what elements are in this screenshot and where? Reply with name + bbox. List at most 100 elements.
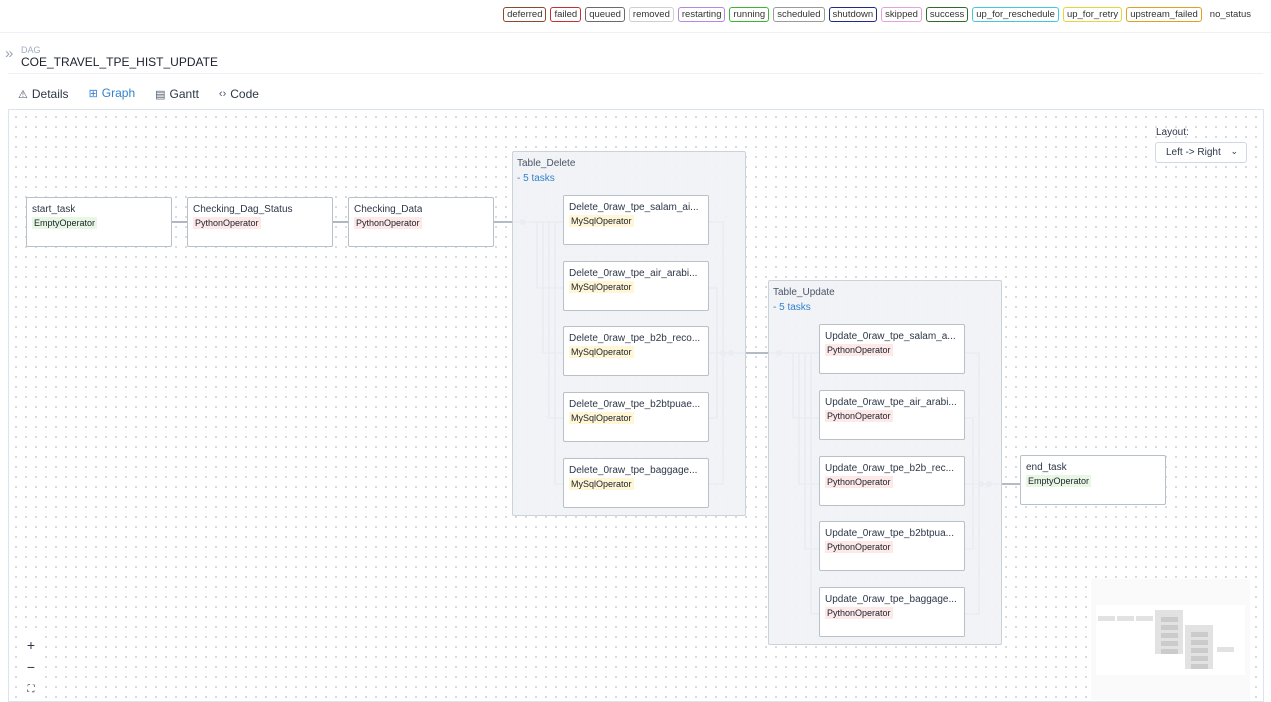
operator-label: MySqlOperator [569, 346, 634, 358]
task-id: Delete_0raw_tpe_baggage... [569, 465, 698, 476]
operator-label: MySqlOperator [569, 478, 634, 490]
task-node-start[interactable]: start_task EmptyOperator [26, 197, 172, 247]
task-node-delete[interactable]: Delete_0raw_tpe_b2b_reco... MySqlOperato… [563, 326, 709, 376]
legend-deferred: deferred [503, 7, 547, 22]
legend-failed: failed [550, 7, 582, 22]
tab-gantt[interactable]: ▤ Gantt [145, 79, 209, 111]
task-node-delete[interactable]: Delete_0raw_tpe_air_arabi... MySqlOperat… [563, 261, 709, 311]
operator-label: MySqlOperator [569, 281, 634, 293]
operator-label: PythonOperator [825, 410, 893, 422]
group-name: Table_Update [773, 287, 835, 298]
minimap-node [1191, 656, 1208, 661]
task-id: Checking_Dag_Status [193, 204, 293, 215]
dag-label: DAG [21, 45, 41, 55]
graph-canvas[interactable]: Table_Delete - 5 tasks Table_Update - 5 … [8, 109, 1264, 702]
legend-up-for-reschedule: up_for_reschedule [972, 7, 1059, 22]
operator-label: PythonOperator [825, 476, 893, 488]
title-divider [8, 73, 1263, 74]
task-id: Delete_0raw_tpe_b2b_reco... [569, 333, 701, 344]
minimap-node [1117, 616, 1134, 621]
task-id: Delete_0raw_tpe_air_arabi... [569, 268, 698, 279]
task-node-update[interactable]: Update_0raw_tpe_b2btpua... PythonOperato… [819, 521, 965, 571]
minimap-node [1161, 641, 1178, 646]
operator-label: PythonOperator [193, 217, 261, 229]
minimap-node [1191, 664, 1208, 669]
minimap-node [1191, 632, 1208, 637]
operator-label: PythonOperator [825, 541, 893, 553]
task-id: end_task [1026, 462, 1067, 473]
zoom-controls: + − ⛶ [18, 634, 44, 700]
minimap[interactable] [1091, 579, 1250, 700]
tab-gantt-label: Gantt [169, 87, 199, 101]
operator-label: MySqlOperator [569, 412, 634, 424]
task-id: Delete_0raw_tpe_salam_ai... [569, 202, 699, 213]
group-task-count[interactable]: - 5 tasks [517, 173, 555, 184]
operator-label: PythonOperator [354, 217, 422, 229]
task-node-delete[interactable]: Delete_0raw_tpe_baggage... MySqlOperator [563, 458, 709, 508]
zoom-in-button[interactable]: + [18, 634, 44, 656]
task-id: Update_0raw_tpe_air_arabi... [825, 397, 957, 408]
tab-code[interactable]: ‹› Code [209, 79, 269, 111]
minimap-viewport [1096, 605, 1245, 675]
minimap-node [1161, 625, 1178, 630]
task-node-update[interactable]: Update_0raw_tpe_air_arabi... PythonOpera… [819, 390, 965, 440]
tab-graph[interactable]: ⊞ Graph [78, 79, 146, 111]
tab-details-label: Details [31, 87, 69, 101]
legend-shutdown: shutdown [828, 7, 878, 22]
legend-queued: queued [585, 7, 625, 22]
layout-select-value: Left -> Right [1166, 147, 1221, 158]
minimap-node [1161, 649, 1178, 654]
legend-success: success [925, 7, 969, 22]
header-divider [0, 32, 1271, 33]
task-id: Delete_0raw_tpe_b2btpuae... [569, 399, 701, 410]
gantt-icon: ▤ [155, 88, 166, 101]
chevron-down-icon: ⌄ [1230, 146, 1238, 156]
task-node-update[interactable]: Update_0raw_tpe_baggage... PythonOperato… [819, 587, 965, 637]
legend-no-status: no_status [1205, 7, 1255, 22]
minimap-group [1185, 625, 1213, 669]
minimap-node [1217, 647, 1234, 652]
legend-running: running [729, 7, 770, 22]
task-id: Update_0raw_tpe_b2b_rec... [825, 463, 954, 474]
task-id: start_task [32, 204, 76, 215]
operator-label: PythonOperator [825, 607, 893, 619]
minimap-node [1191, 640, 1208, 645]
graph-icon: ⊞ [88, 87, 98, 100]
operator-label: MySqlOperator [569, 215, 634, 227]
task-node-delete[interactable]: Delete_0raw_tpe_salam_ai... MySqlOperato… [563, 195, 709, 245]
layout-label: Layout: [1156, 127, 1189, 138]
layout-select[interactable]: Left -> Right ⌄ [1155, 142, 1247, 163]
tab-details[interactable]: ⚠ Details [8, 79, 79, 111]
task-id: Checking_Data [354, 204, 423, 215]
task-node-update[interactable]: Update_0raw_tpe_b2b_rec... PythonOperato… [819, 456, 965, 506]
fit-view-button[interactable]: ⛶ [18, 678, 44, 700]
tab-code-label: Code [230, 87, 259, 101]
minimap-node [1161, 633, 1178, 638]
task-node-end[interactable]: end_task EmptyOperator [1020, 455, 1166, 505]
legend-scheduled: scheduled [773, 7, 825, 22]
task-id: Update_0raw_tpe_baggage... [825, 594, 957, 605]
task-id: Update_0raw_tpe_salam_a... [825, 331, 956, 342]
code-icon: ‹› [218, 88, 227, 100]
operator-label: EmptyOperator [32, 217, 98, 229]
minimap-node [1161, 617, 1178, 622]
legend-restarting: restarting [677, 7, 726, 22]
task-node-checking-dag-status[interactable]: Checking_Dag_Status PythonOperator [187, 197, 333, 247]
minimap-node [1191, 648, 1208, 653]
task-node-checking-data[interactable]: Checking_Data PythonOperator [348, 197, 494, 247]
legend-upstream-failed: upstream_failed [1126, 7, 1202, 22]
tab-graph-label: Graph [101, 86, 136, 100]
group-name: Table_Delete [517, 158, 576, 169]
operator-label: EmptyOperator [1026, 475, 1092, 487]
task-node-delete[interactable]: Delete_0raw_tpe_b2btpuae... MySqlOperato… [563, 392, 709, 442]
group-task-count[interactable]: - 5 tasks [773, 302, 811, 313]
state-legend: deferred failed queued removed restartin… [503, 7, 1255, 22]
dag-id-title: COE_TRAVEL_TPE_HIST_UPDATE [21, 55, 218, 69]
task-node-update[interactable]: Update_0raw_tpe_salam_a... PythonOperato… [819, 324, 965, 374]
expand-sidebar-icon[interactable]: » [5, 45, 14, 62]
minimap-node [1136, 616, 1153, 621]
zoom-out-button[interactable]: − [18, 656, 44, 678]
legend-skipped: skipped [881, 7, 922, 22]
task-id: Update_0raw_tpe_b2btpua... [825, 528, 954, 539]
warning-triangle-icon: ⚠ [18, 88, 28, 101]
